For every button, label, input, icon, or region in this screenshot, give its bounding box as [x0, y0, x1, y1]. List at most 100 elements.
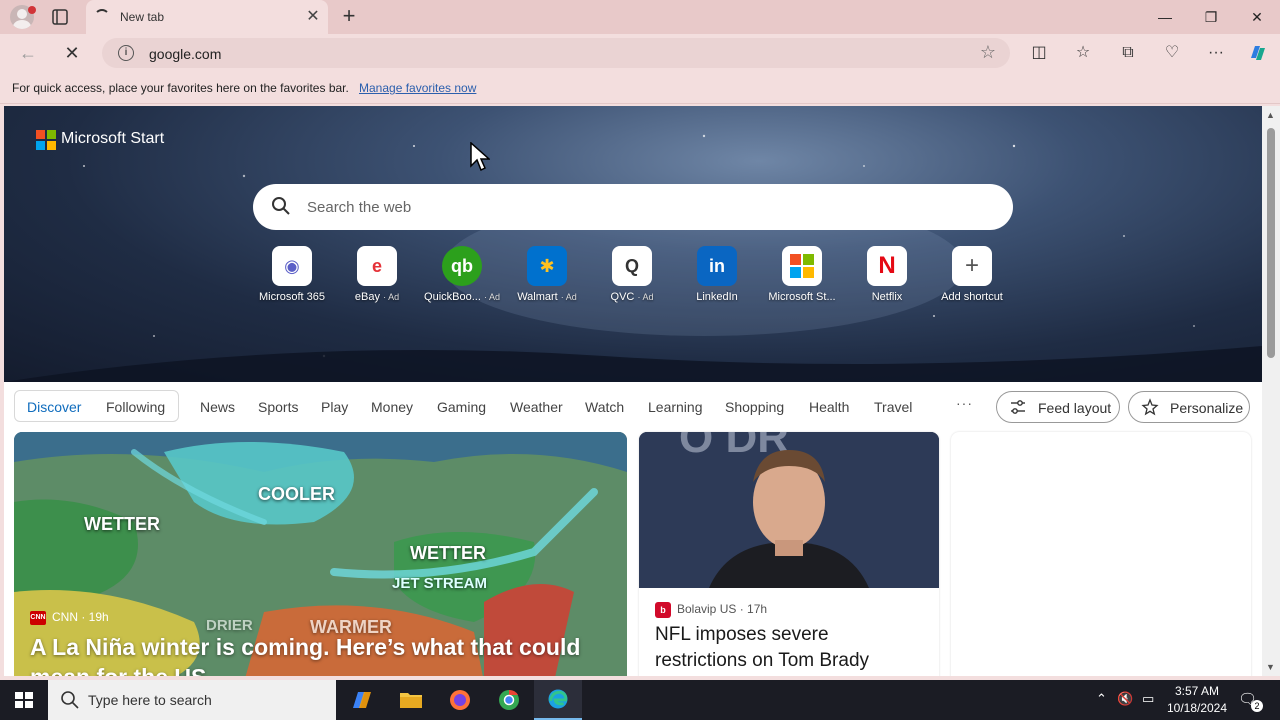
tab-learning[interactable]: Learning	[648, 399, 703, 415]
map-label-wetter-east: WETTER	[410, 543, 486, 563]
microsoft365-icon: ◉	[272, 246, 312, 286]
restore-button[interactable]: ❐	[1196, 6, 1226, 28]
clock-date[interactable]: 10/18/2024	[1162, 701, 1232, 715]
shortcut-netflix[interactable]: N Netflix	[845, 246, 929, 312]
shortcut-label: Add shortcut	[941, 291, 1003, 303]
scroll-down-arrow-icon[interactable]: ▼	[1266, 662, 1275, 672]
tab-discover[interactable]: Discover	[27, 399, 81, 415]
search-input[interactable]	[307, 184, 987, 230]
shortcut-ebay[interactable]: e eBay · Ad	[335, 246, 419, 312]
collections-icon[interactable]: ⧉	[1116, 41, 1140, 65]
cnn-logo-icon: CNN	[30, 610, 46, 625]
starfield-background	[4, 134, 1262, 382]
source-name: Bolavip US	[677, 602, 737, 617]
browser-essentials-icon[interactable]: ♡	[1160, 41, 1184, 65]
feed-layout-label: Feed layout	[1038, 400, 1112, 416]
ebay-icon: e	[357, 246, 397, 286]
loading-spinner-icon	[94, 9, 110, 25]
copilot-icon[interactable]	[1246, 41, 1270, 65]
tab-new-tab[interactable]: New tab ✕	[86, 0, 328, 34]
more-tabs-icon[interactable]: ···	[956, 395, 973, 411]
microsoft-logo-icon	[36, 130, 56, 150]
ad-badge: · Ad	[383, 292, 400, 302]
tray-overflow-icon[interactable]: ⌃	[1096, 691, 1107, 707]
firefox-icon[interactable]	[436, 680, 484, 720]
stop-loading-button[interactable]: ✕	[60, 42, 84, 64]
shortcut-walmart[interactable]: ✱ Walmart · Ad	[505, 246, 589, 312]
file-explorer-icon[interactable]	[387, 680, 435, 720]
tab-play[interactable]: Play	[321, 399, 348, 415]
shortcut-quickbooks[interactable]: qb QuickBoo... · Ad	[420, 246, 504, 312]
article-time: · 17h	[739, 602, 768, 617]
tab-sports[interactable]: Sports	[258, 399, 298, 415]
url-text[interactable]: google.com	[149, 46, 221, 62]
brand-title[interactable]: Microsoft Start	[61, 130, 164, 148]
favorites-icon[interactable]: ☆	[1071, 41, 1095, 65]
quickbooks-icon: qb	[442, 246, 482, 286]
scroll-up-arrow-icon[interactable]: ▲	[1266, 110, 1275, 120]
article-source: b Bolavip US · 17h	[655, 602, 767, 618]
shortcut-microsoft-store[interactable]: Microsoft St...	[760, 246, 844, 312]
personalize-label: Personalize	[1170, 400, 1244, 416]
shortcut-microsoft-365[interactable]: ◉ Microsoft 365	[250, 246, 334, 312]
personalize-icon	[1141, 398, 1159, 416]
new-tab-button[interactable]: +	[338, 5, 360, 27]
windows-start-icon[interactable]	[0, 680, 48, 720]
taskbar-search-box[interactable]: Type here to search	[48, 680, 336, 720]
map-label-wetter-west: WETTER	[84, 514, 160, 534]
tab-actions-icon[interactable]	[50, 7, 70, 27]
shortcut-label: LinkedIn	[696, 291, 738, 303]
article-title[interactable]: NFL imposes severe restrictions on Tom B…	[655, 622, 925, 674]
news-card-secondary[interactable]: O DR b Bolavip US · 17h NFL imposes sever…	[639, 432, 939, 676]
chrome-icon[interactable]	[485, 680, 533, 720]
favorite-star-icon[interactable]: ☆	[980, 42, 996, 63]
article-title[interactable]: A La Niña winter is coming. Here’s what …	[30, 632, 610, 676]
close-window-button[interactable]: ✕	[1242, 6, 1272, 28]
network-icon[interactable]: ▭	[1142, 691, 1154, 707]
source-name: CNN	[52, 610, 78, 624]
shortcut-qvc[interactable]: Q QVC · Ad	[590, 246, 674, 312]
article-time: · 19h	[81, 610, 109, 624]
tab-following[interactable]: Following	[106, 399, 165, 415]
sliders-icon	[1011, 400, 1025, 414]
search-icon	[272, 197, 290, 215]
copilot-taskbar-icon[interactable]	[338, 680, 386, 720]
tab-gaming[interactable]: Gaming	[437, 399, 486, 415]
tab-watch[interactable]: Watch	[585, 399, 624, 415]
address-bar[interactable]: i google.com ☆	[102, 38, 1010, 68]
page-scrollbar[interactable]: ▲ ▼	[1262, 106, 1280, 676]
volume-muted-icon[interactable]: 🔇	[1117, 691, 1133, 707]
edge-icon[interactable]	[534, 680, 582, 720]
tab-money[interactable]: Money	[371, 399, 413, 415]
scroll-thumb[interactable]	[1267, 128, 1275, 358]
add-shortcut-button[interactable]: + Add shortcut	[930, 246, 1014, 312]
web-search-box[interactable]	[253, 184, 1013, 230]
netflix-icon: N	[867, 246, 907, 286]
manage-favorites-link[interactable]: Manage favorites now	[359, 81, 476, 95]
linkedin-icon: in	[697, 246, 737, 286]
shortcut-linkedin[interactable]: in LinkedIn	[675, 246, 759, 312]
personalize-button[interactable]: Personalize	[1128, 391, 1250, 423]
feed-layout-button[interactable]: Feed layout	[996, 391, 1120, 423]
browser-toolbar: ← ✕ i google.com ☆ ◫ ☆ ⧉ ♡ ···	[0, 34, 1280, 72]
minimize-button[interactable]: —	[1150, 6, 1180, 28]
taskbar-search-placeholder: Type here to search	[88, 692, 212, 708]
new-tab-page: Microsoft Start ◉ Microsoft 365 e eBay ·…	[4, 106, 1262, 676]
qvc-icon: Q	[612, 246, 652, 286]
shortcut-label: Walmart	[517, 291, 558, 303]
clock-time[interactable]: 3:57 AM	[1162, 684, 1232, 698]
search-icon	[61, 691, 79, 709]
tab-weather[interactable]: Weather	[510, 399, 563, 415]
close-tab-icon[interactable]: ✕	[304, 8, 322, 26]
tab-shopping[interactable]: Shopping	[725, 399, 784, 415]
back-button[interactable]: ←	[16, 42, 40, 64]
site-info-icon[interactable]: i	[118, 45, 134, 61]
tab-travel[interactable]: Travel	[874, 399, 912, 415]
split-screen-icon[interactable]: ◫	[1027, 41, 1051, 65]
news-card-featured[interactable]: COOLER WETTER WETTER JET STREAM DRIER WA…	[14, 432, 627, 676]
news-card-placeholder	[951, 432, 1251, 676]
tab-health[interactable]: Health	[809, 399, 849, 415]
map-label-cooler: COOLER	[258, 484, 336, 504]
settings-more-icon[interactable]: ···	[1204, 41, 1228, 65]
tab-news[interactable]: News	[200, 399, 235, 415]
